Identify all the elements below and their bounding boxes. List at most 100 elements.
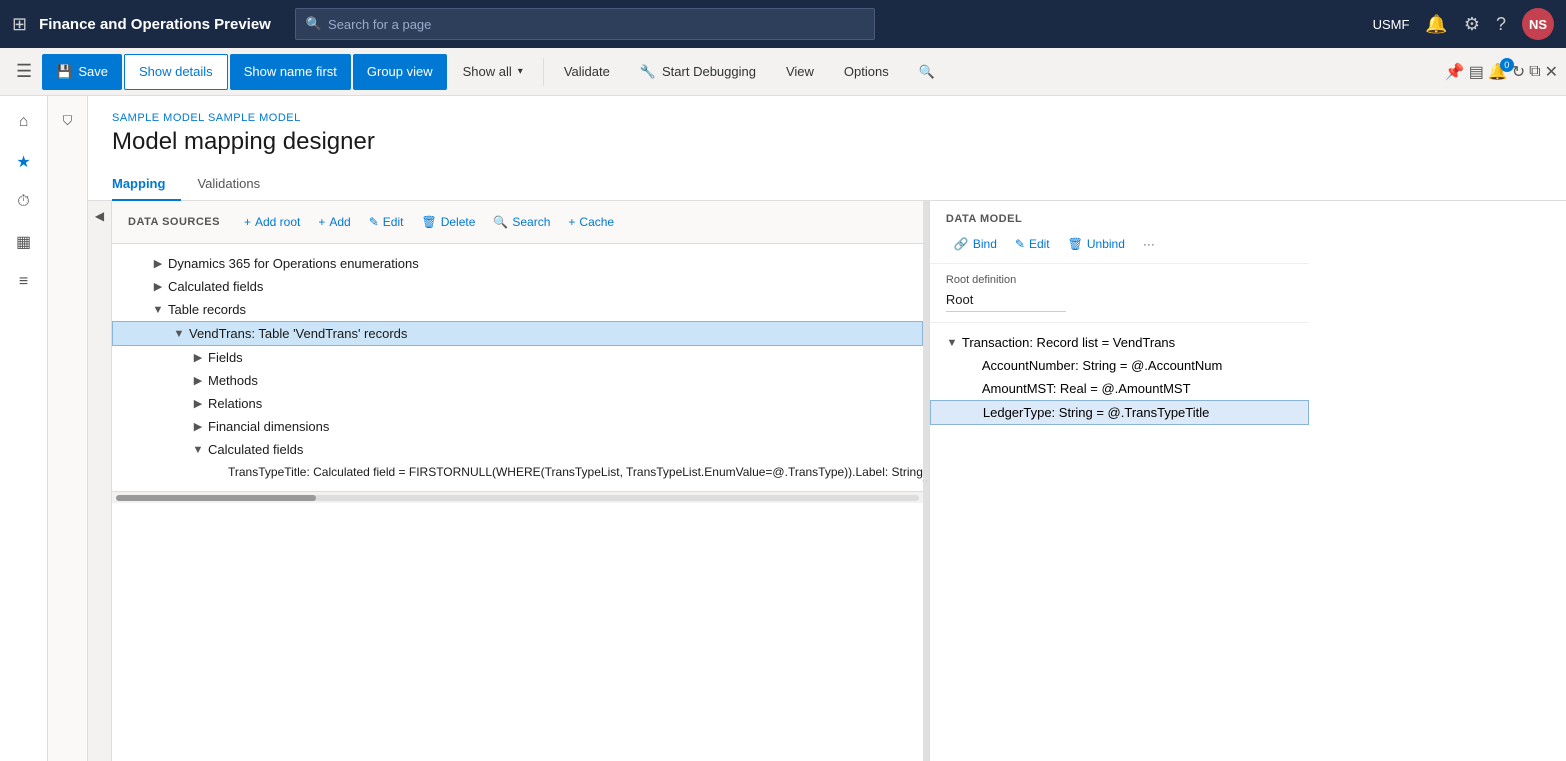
- dm-edit-icon: ✎: [1015, 237, 1025, 251]
- main-layout: ⌂ ★ ⏱ ▦ ≡ ⛉ SAMPLE MODEL SAMPLE MODEL Mo…: [0, 96, 1566, 761]
- help-icon[interactable]: ?: [1496, 14, 1506, 35]
- search-button[interactable]: 🔍 Search: [485, 211, 558, 233]
- add-root-button[interactable]: + Add root: [236, 211, 308, 233]
- open-new-icon[interactable]: ⧉: [1529, 63, 1540, 81]
- root-definition-label: Root definition: [946, 274, 1293, 286]
- expand-calc-fields-inner-icon: ▼: [188, 444, 208, 456]
- tree-item-relations[interactable]: ▶ Relations: [112, 392, 923, 415]
- root-definition-value: Root: [946, 292, 1066, 312]
- search-ds-icon: 🔍: [493, 215, 508, 229]
- grid-icon[interactable]: ⊞: [12, 14, 27, 35]
- tree-item-trans-type-title[interactable]: TransTypeTitle: Calculated field = FIRST…: [112, 461, 923, 483]
- tree-item-financial-dims[interactable]: ▶ Financial dimensions: [112, 415, 923, 438]
- data-sources-tree: ▶ Dynamics 365 for Operations enumeratio…: [112, 244, 923, 491]
- trans-type-title-label: TransTypeTitle: Calculated field = FIRST…: [228, 465, 923, 479]
- horizontal-scrollbar[interactable]: [112, 491, 923, 503]
- expand-financial-dims-icon: ▶: [188, 420, 208, 433]
- delete-button[interactable]: 🗑 Delete: [413, 211, 483, 233]
- save-button[interactable]: 💾 Save: [42, 54, 122, 90]
- app-title: Finance and Operations Preview: [39, 16, 271, 33]
- usmf-label: USMF: [1373, 17, 1410, 32]
- tree-item-calc-fields-inner[interactable]: ▼ Calculated fields: [112, 438, 923, 461]
- more-button[interactable]: ···: [1135, 233, 1163, 255]
- dm-item-transaction[interactable]: ▼ Transaction: Record list = VendTrans: [930, 331, 1309, 354]
- collapse-panel-button[interactable]: ◀: [88, 201, 112, 761]
- search-input[interactable]: [328, 17, 864, 32]
- dm-item-ledger-type[interactable]: LedgerType: String = @.TransTypeTitle: [930, 400, 1309, 425]
- dm-item-account-number[interactable]: AccountNumber: String = @.AccountNum: [930, 354, 1309, 377]
- sidebar-item-recent[interactable]: ⏱: [6, 184, 42, 220]
- show-all-button[interactable]: Show all ▾: [449, 54, 537, 90]
- filter-icon[interactable]: ⛉: [53, 106, 83, 136]
- tree-item-dynamics365[interactable]: ▶ Dynamics 365 for Operations enumeratio…: [112, 252, 923, 275]
- action-toolbar: ☰ 💾 Save Show details Show name first Gr…: [0, 48, 1566, 96]
- expand-table-records-icon: ▼: [148, 304, 168, 316]
- data-model-header: DATA MODEL 🔗 Bind ✎ Edit 🗑 Unbind: [930, 201, 1309, 264]
- transaction-label: Transaction: Record list = VendTrans: [962, 335, 1175, 350]
- validate-button[interactable]: Validate: [550, 54, 624, 90]
- search-toolbar-icon: 🔍: [919, 64, 935, 80]
- bind-button[interactable]: 🔗 Bind: [946, 233, 1005, 255]
- tree-item-methods[interactable]: ▶ Methods: [112, 369, 923, 392]
- view-button[interactable]: View: [772, 54, 828, 90]
- tree-item-calc-fields-top[interactable]: ▶ Calculated fields: [112, 275, 923, 298]
- account-number-label: AccountNumber: String = @.AccountNum: [982, 358, 1222, 373]
- add-button[interactable]: + Add: [310, 211, 358, 233]
- notification-icon[interactable]: 🔔: [1425, 14, 1447, 35]
- relations-label: Relations: [208, 396, 262, 411]
- edit-button[interactable]: ✎ Edit: [361, 211, 412, 233]
- dm-edit-button[interactable]: ✎ Edit: [1007, 233, 1058, 255]
- cache-button[interactable]: + Cache: [560, 211, 622, 233]
- search-toolbar-button[interactable]: 🔍: [905, 54, 949, 90]
- show-name-first-button[interactable]: Show name first: [230, 54, 351, 90]
- scrollbar-thumb: [116, 495, 316, 501]
- amount-mst-label: AmountMST: Real = @.AmountMST: [982, 381, 1191, 396]
- avatar[interactable]: NS: [1522, 8, 1554, 40]
- refresh-icon[interactable]: ↻: [1512, 62, 1525, 82]
- panel-icon[interactable]: ▤: [1469, 62, 1484, 82]
- page-title: Model mapping designer: [112, 128, 1542, 156]
- search-bar[interactable]: 🔍: [295, 8, 875, 40]
- sidebar-item-workspaces[interactable]: ▦: [6, 224, 42, 260]
- settings-icon[interactable]: ⚙: [1464, 14, 1480, 35]
- dm-item-amount-mst[interactable]: AmountMST: Real = @.AmountMST: [930, 377, 1309, 400]
- data-model-tree: ▼ Transaction: Record list = VendTrans A…: [930, 323, 1309, 761]
- data-model-actions: 🔗 Bind ✎ Edit 🗑 Unbind ···: [946, 233, 1293, 255]
- edit-icon: ✎: [369, 215, 379, 229]
- tree-item-vendtrans[interactable]: ▼ VendTrans: Table 'VendTrans' records: [112, 321, 923, 346]
- sidebar-item-modules[interactable]: ≡: [6, 264, 42, 300]
- sidebar-item-favorites[interactable]: ★: [6, 144, 42, 180]
- content-area: ⛉ SAMPLE MODEL SAMPLE MODEL Model mappin…: [48, 96, 1566, 761]
- page-header: SAMPLE MODEL SAMPLE MODEL Model mapping …: [88, 96, 1566, 168]
- filter-panel: ⛉: [48, 96, 88, 761]
- sidebar-item-home[interactable]: ⌂: [6, 104, 42, 140]
- panel-content: ◀ DATA SOURCES + Add root + Add: [88, 201, 1566, 761]
- start-debugging-button[interactable]: 🔧 Start Debugging: [626, 54, 770, 90]
- breadcrumb: SAMPLE MODEL SAMPLE MODEL: [112, 112, 1542, 124]
- delete-icon: 🗑: [421, 215, 436, 229]
- left-sidebar: ⌂ ★ ⏱ ▦ ≡: [0, 96, 48, 761]
- main-panel: SAMPLE MODEL SAMPLE MODEL Model mapping …: [88, 96, 1566, 761]
- data-model-panel: DATA MODEL 🔗 Bind ✎ Edit 🗑 Unbind: [929, 201, 1309, 761]
- expand-methods-icon: ▶: [188, 374, 208, 387]
- menu-icon[interactable]: ☰: [8, 61, 40, 82]
- pin-icon[interactable]: 📌: [1445, 62, 1465, 82]
- expand-fields-icon: ▶: [188, 351, 208, 364]
- options-button[interactable]: Options: [830, 54, 903, 90]
- tree-item-table-records[interactable]: ▼ Table records: [112, 298, 923, 321]
- toolbar-right: 📌 ▤ 🔔 0 ↻ ⧉ ✕: [1445, 62, 1566, 82]
- tab-validations[interactable]: Validations: [197, 168, 276, 201]
- badge-icon[interactable]: 🔔 0: [1488, 62, 1508, 82]
- calc-fields-top-label: Calculated fields: [168, 279, 263, 294]
- data-sources-header: DATA SOURCES + Add root + Add ✎ Edit: [112, 201, 923, 244]
- tab-mapping[interactable]: Mapping: [112, 168, 181, 201]
- tabs: Mapping Validations: [88, 168, 1566, 201]
- unbind-button[interactable]: 🗑 Unbind: [1060, 233, 1133, 255]
- ledger-type-label: LedgerType: String = @.TransTypeTitle: [983, 405, 1209, 420]
- calc-fields-inner-label: Calculated fields: [208, 442, 303, 457]
- close-icon[interactable]: ✕: [1545, 62, 1558, 82]
- data-sources-main: DATA SOURCES + Add root + Add ✎ Edit: [112, 201, 923, 761]
- tree-item-fields[interactable]: ▶ Fields: [112, 346, 923, 369]
- group-view-button[interactable]: Group view: [353, 54, 447, 90]
- show-details-button[interactable]: Show details: [124, 54, 228, 90]
